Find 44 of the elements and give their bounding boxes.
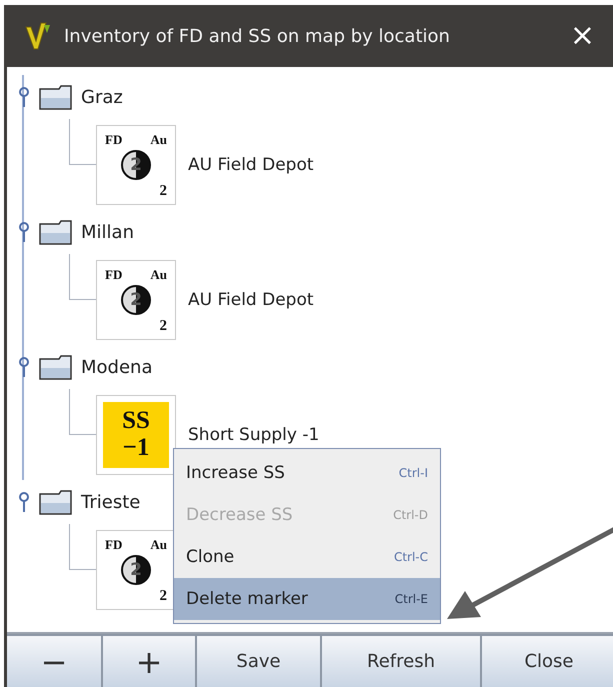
coin-icon: 2 [121, 150, 151, 180]
location-label[interactable]: Modena [81, 356, 152, 378]
toolbar-button[interactable]: Save [197, 636, 320, 687]
toolbar-button[interactable]: Refresh [322, 636, 480, 687]
toolbar-button[interactable]: − [7, 636, 101, 687]
short-supply-marker[interactable]: SS −1 [96, 394, 176, 474]
folder-icon [39, 489, 73, 515]
marker-value: 2 [160, 318, 167, 334]
app-logo-icon [24, 21, 52, 51]
marker-value: 2 [160, 182, 167, 200]
close-button[interactable]: × [562, 21, 603, 51]
toolbar-button[interactable]: Close [482, 636, 613, 687]
marker-nation: Au [150, 536, 167, 552]
location-label[interactable]: Graz [81, 86, 123, 108]
field-depot-marker[interactable]: FD Au 2 2 [96, 124, 176, 204]
field-depot-marker[interactable]: FD Au 2 2 [96, 260, 176, 340]
expand-handle-icon[interactable] [19, 87, 31, 107]
location-label[interactable]: Trieste [81, 492, 140, 512]
marker-label[interactable]: AU Field Depot [188, 290, 314, 310]
coin-icon: 2 [121, 285, 151, 315]
marker-label[interactable]: AU Field Depot [188, 154, 314, 174]
expand-handle-icon[interactable] [19, 357, 31, 377]
expand-handle-icon[interactable] [19, 492, 31, 512]
marker-code: FD [105, 536, 122, 552]
marker-nation: Au [150, 132, 167, 148]
menu-item[interactable]: Delete marker Ctrl-E [174, 578, 440, 620]
marker-label[interactable]: Short Supply -1 [188, 424, 320, 444]
toolbar-button[interactable]: + [103, 636, 195, 687]
field-depot-marker[interactable]: FD Au 2 2 [96, 530, 176, 610]
marker-code: SS [122, 408, 150, 434]
menu-item[interactable]: Increase SS Ctrl-I [174, 452, 440, 494]
menu-item[interactable]: Clone Ctrl-C [174, 536, 440, 578]
location-label[interactable]: Millan [81, 222, 134, 242]
marker-code: FD [105, 266, 122, 282]
folder-icon [39, 354, 73, 380]
marker-nation: Au [150, 266, 167, 282]
marker-code: FD [105, 132, 122, 148]
folder-icon [39, 84, 73, 110]
marker-value: −1 [122, 434, 150, 461]
coin-icon: 2 [121, 555, 151, 585]
window-title: Inventory of FD and SS on map by location [64, 26, 451, 46]
marker-value: 2 [160, 588, 167, 604]
folder-icon [39, 219, 73, 245]
expand-handle-icon[interactable] [19, 222, 31, 242]
